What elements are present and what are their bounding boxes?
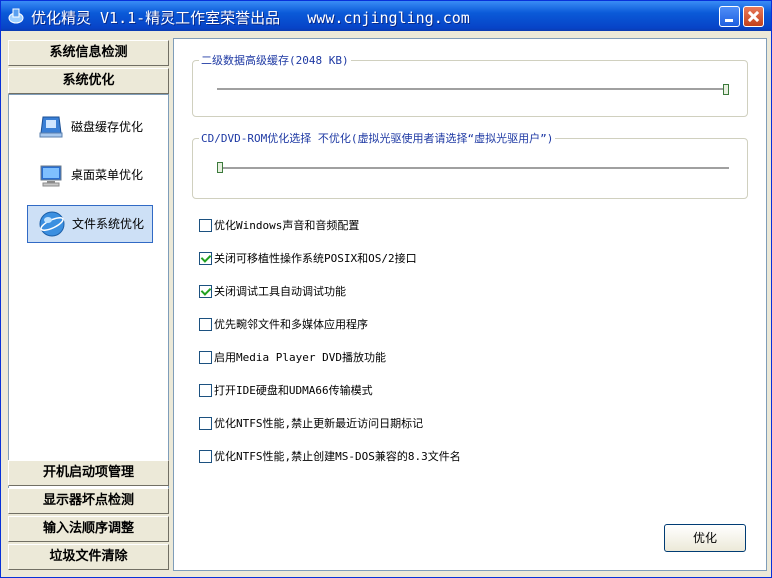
nav-system-optimize[interactable]: 系统优化 [8, 68, 169, 94]
nav-item-label: 文件系统优化 [72, 217, 145, 231]
cdrom-label: CD/DVD-ROM优化选择 不优化(虚拟光驱使用者请选择“虚拟光驱用户”) [199, 130, 556, 146]
option-label: 打开IDE硬盘和UDMA66传输模式 [214, 384, 373, 397]
option-checkbox[interactable] [199, 252, 212, 265]
option-checkbox[interactable] [199, 318, 212, 331]
minimize-button[interactable] [719, 6, 740, 27]
option-label: 关闭可移植性操作系统POSIX和OS/2接口 [214, 252, 417, 265]
l2-cache-group: 二级数据高级缓存(2048 KB) [192, 52, 748, 117]
option-checkbox[interactable] [199, 351, 212, 364]
window-title: 优化精灵 V1.1-精灵工作室荣誉出品 www.cnjingling.com [31, 9, 470, 27]
cdrom-group: CD/DVD-ROM优化选择 不优化(虚拟光驱使用者请选择“虚拟光驱用户”) [192, 130, 748, 199]
option-checkbox[interactable] [199, 285, 212, 298]
nav-panel: 磁盘缓存优化 桌面菜单优化 文件系统优化 [8, 94, 169, 496]
l2-cache-slider-track[interactable] [217, 88, 729, 91]
app-window: 优化精灵 V1.1-精灵工作室荣誉出品 www.cnjingling.com 系… [0, 0, 772, 578]
globe-icon [39, 211, 65, 237]
cdrom-slider-track[interactable] [217, 167, 729, 170]
close-button[interactable] [743, 6, 764, 27]
option-label: 优化NTFS性能,禁止创建MS-DOS兼容的8.3文件名 [214, 450, 461, 463]
cdrom-slider-thumb[interactable] [217, 162, 223, 173]
option-label: 优先畹邻文件和多媒体应用程序 [214, 318, 368, 331]
option-checkbox[interactable] [199, 384, 212, 397]
nav-ime-order[interactable]: 输入法顺序调整 [8, 516, 169, 542]
option-label: 优化NTFS性能,禁止更新最近访问日期标记 [214, 417, 424, 430]
main-panel: 二级数据高级缓存(2048 KB) CD/DVD-ROM优化选择 不优化(虚拟光… [173, 38, 767, 571]
monitor-icon [40, 165, 62, 187]
l2-cache-slider-thumb[interactable] [723, 84, 729, 95]
disk-icon [39, 116, 63, 138]
nav-item-label: 桌面菜单优化 [71, 168, 144, 182]
option-checkbox[interactable] [199, 219, 212, 232]
option-checkbox[interactable] [199, 417, 212, 430]
nav-item-desktop-menu[interactable]: 桌面菜单优化 [27, 157, 153, 193]
sidebar: 系统信息检测 系统优化 磁盘缓存优化 桌面菜单优化 文件系统优化 开机启动项管理… [8, 38, 169, 571]
nav-item-file-system[interactable]: 文件系统优化 [27, 205, 153, 243]
app-icon [8, 8, 24, 24]
nav-dead-pixel-check[interactable]: 显示器坏点检测 [8, 488, 169, 514]
option-label: 启用Media Player DVD播放功能 [214, 351, 386, 364]
nav-item-label: 磁盘缓存优化 [71, 120, 144, 134]
nav-item-disk-cache[interactable]: 磁盘缓存优化 [27, 109, 153, 145]
title-bar[interactable]: 优化精灵 V1.1-精灵工作室荣誉出品 www.cnjingling.com [1, 1, 771, 31]
option-label: 关闭调试工具自动调试功能 [214, 285, 346, 298]
option-label: 优化Windows声音和音频配置 [214, 219, 360, 232]
l2-cache-label: 二级数据高级缓存(2048 KB) [199, 52, 351, 68]
optimize-button[interactable]: 优化 [664, 524, 746, 552]
nav-startup-manager[interactable]: 开机启动项管理 [8, 460, 169, 486]
nav-system-info[interactable]: 系统信息检测 [8, 40, 169, 66]
option-checkbox[interactable] [199, 450, 212, 463]
nav-junk-cleaner[interactable]: 垃圾文件清除 [8, 544, 169, 570]
